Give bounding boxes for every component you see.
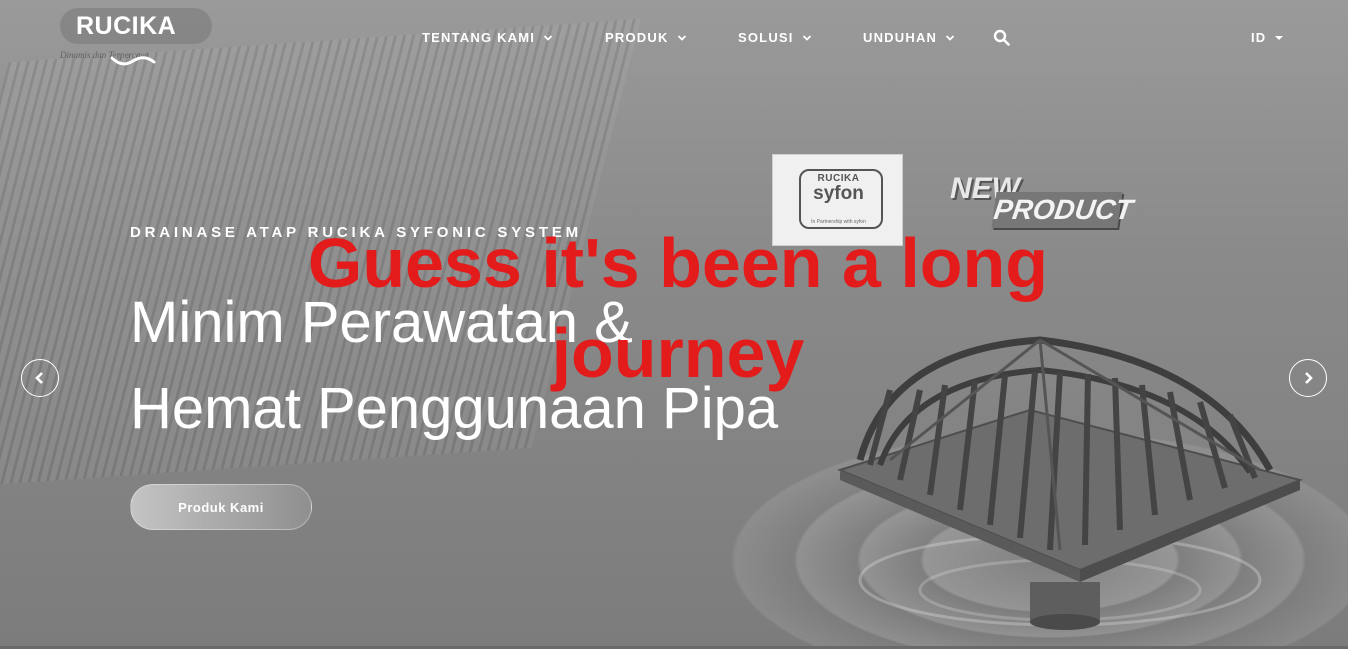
chevron-right-icon [1305, 372, 1313, 384]
overlay-line-1: Guess it's been a long [307, 224, 1049, 302]
nav-label: UNDUHAN [863, 30, 938, 45]
nav-label: SOLUSI [738, 30, 794, 45]
rucika-logo[interactable]: RUCIKA Dinamis dan Terpercaya [60, 8, 212, 72]
overlay-line-2: journey [551, 314, 805, 392]
nav-label: PRODUK [605, 30, 669, 45]
chevron-down-icon [677, 34, 686, 41]
slider-prev-button[interactable] [21, 359, 59, 397]
nav-label: TENTANG KAMI [422, 30, 536, 45]
produk-kami-button[interactable]: Produk Kami [130, 484, 312, 530]
badge-product: syfon [813, 183, 864, 204]
chevron-down-icon [802, 34, 811, 41]
language-selector[interactable]: ID [1251, 30, 1284, 45]
nav-produk[interactable]: PRODUK [605, 30, 687, 45]
logo-text: RUCIKA [76, 12, 177, 40]
nav-unduhan[interactable]: UNDUHAN [863, 30, 955, 45]
hero-slider: RUCIKA Dinamis dan Terpercaya TENTANG KA… [0, 0, 1348, 646]
overlay-caption: Guess it's been a long journey [258, 218, 1098, 398]
nav-solusi[interactable]: SOLUSI [738, 30, 812, 45]
chevron-down-icon [543, 34, 553, 41]
nav-tentang-kami[interactable]: TENTANG KAMI [422, 30, 553, 45]
chevron-left-icon [35, 372, 43, 384]
search-icon[interactable] [993, 29, 1010, 46]
language-label: ID [1251, 30, 1267, 45]
wave-icon [110, 56, 156, 66]
caret-down-icon [1275, 35, 1284, 40]
slider-next-button[interactable] [1289, 359, 1327, 397]
chevron-down-icon [945, 34, 955, 41]
